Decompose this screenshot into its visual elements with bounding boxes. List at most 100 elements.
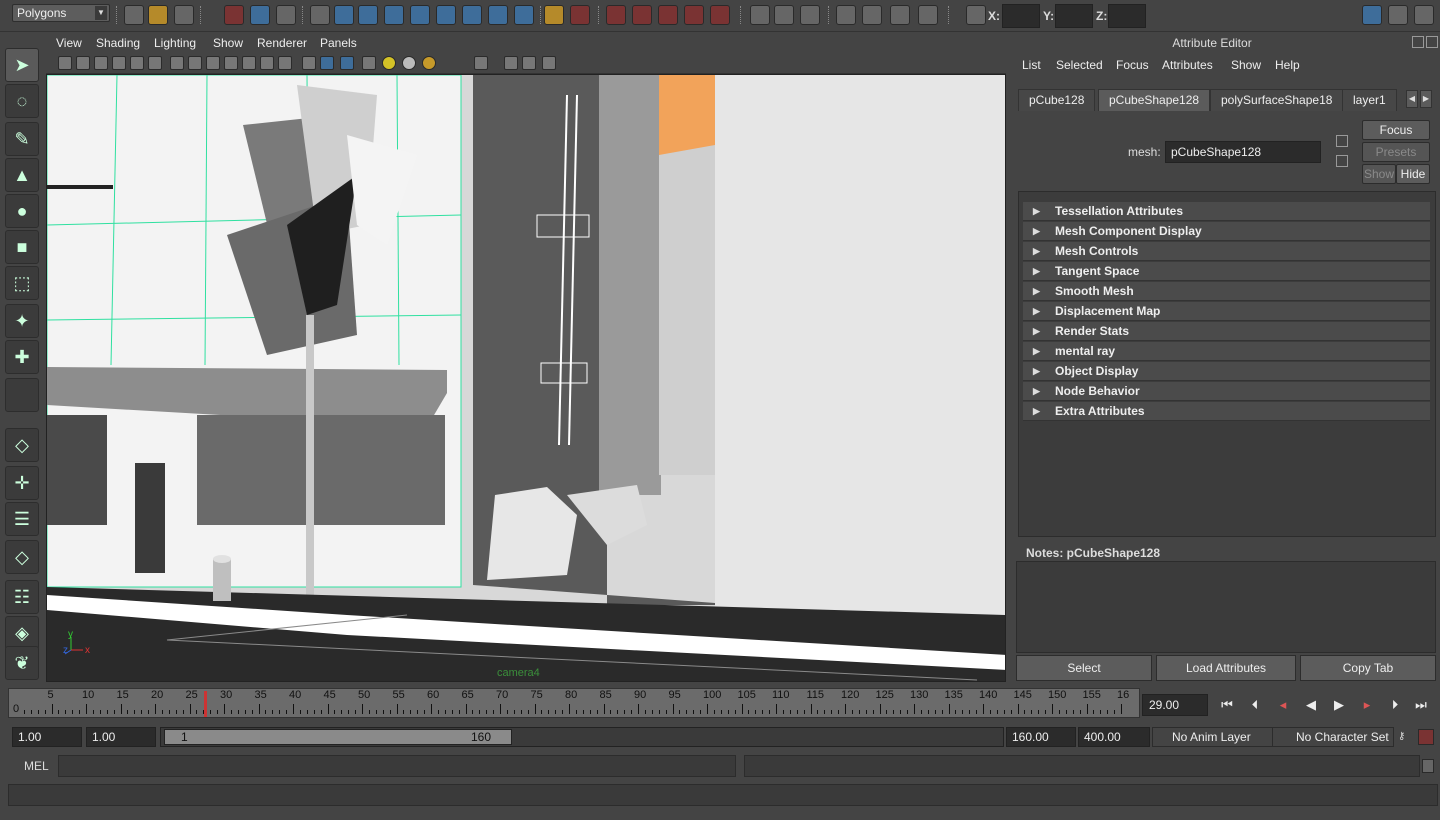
snap-live-icon[interactable] [436,5,456,25]
isolate-icon[interactable] [522,56,536,70]
section-render-stats[interactable]: ▶ Render Stats [1023,322,1430,341]
snap-curve-icon[interactable] [358,5,378,25]
ae-menu-list[interactable]: List [1022,58,1041,72]
isolate-select-icon[interactable] [302,56,316,70]
default-material-icon[interactable] [242,56,256,70]
menu-renderer[interactable]: Renderer [257,36,307,50]
notes-field[interactable] [1016,561,1436,653]
mesh-name-field[interactable]: pCubeShape128 [1165,141,1321,163]
section-node-behavior[interactable]: ▶ Node Behavior [1023,382,1430,401]
smooth-shade-icon[interactable] [188,56,202,70]
render-view-icon[interactable] [710,5,730,25]
ipr-render-icon[interactable] [632,5,652,25]
menu-lighting[interactable]: Lighting [154,36,196,50]
tool-settings-icon[interactable] [1388,5,1408,25]
hypershade-icon[interactable] [684,5,704,25]
outliner-persp-layout-icon[interactable]: ☰ [5,502,39,536]
trax-editor-icon[interactable] [890,5,910,25]
snap-view-plane-icon[interactable] [410,5,430,25]
xray-icon[interactable] [224,56,238,70]
help-icon[interactable] [514,5,534,25]
menu-view[interactable]: View [56,36,82,50]
tab-scroll-right-icon[interactable]: ▶ [1420,90,1432,108]
input-ops-icon[interactable] [750,5,770,25]
tab-polysurfaceshape18[interactable]: polySurfaceShape18 [1210,89,1344,111]
playback-end-field[interactable]: 160.00 [1006,727,1076,747]
move-tool-icon[interactable]: ● [5,194,39,228]
select-mask-icon[interactable] [474,56,488,70]
select-tool-icon[interactable]: ➤ [5,48,39,82]
go-to-end-icon[interactable]: ⏭ [1410,696,1432,714]
auto-key-icon[interactable]: ⚷ [1398,731,1412,743]
ae-menu-help[interactable]: Help [1275,58,1300,72]
render-current-frame-icon[interactable] [606,5,626,25]
section-displacement-map[interactable]: ▶ Displacement Map [1023,302,1430,321]
step-back-frame-icon[interactable]: ◂ [1272,696,1294,714]
presets-button[interactable]: Presets [1362,142,1430,162]
section-smooth-mesh[interactable]: ▶ Smooth Mesh [1023,282,1430,301]
play-backwards-icon[interactable]: ◀ [1300,696,1322,714]
rotate-tool-icon[interactable]: ■ [5,230,39,264]
channel-box-icon[interactable] [1414,5,1434,25]
image-plane-icon[interactable] [112,56,126,70]
grid-icon[interactable] [130,56,144,70]
lasso-tool-icon[interactable]: ◌ [5,84,39,118]
section-mesh-component-display[interactable]: ▶ Mesh Component Display [1023,222,1430,241]
preferences-icon[interactable] [1418,729,1434,745]
use-all-lights-icon[interactable] [382,56,396,70]
select-hierarchy-icon[interactable] [224,5,244,25]
share-icon[interactable] [542,56,556,70]
menu-panels[interactable]: Panels [320,36,357,50]
blend-shape-icon[interactable] [918,5,938,25]
new-scene-icon[interactable] [124,5,144,25]
textured-icon[interactable] [260,56,274,70]
section-tangent-space[interactable]: ▶ Tangent Space [1023,262,1430,281]
section-mental-ray[interactable]: ▶ mental ray [1023,342,1430,361]
high-quality-icon[interactable] [422,56,436,70]
camera-attributes-icon[interactable] [76,56,90,70]
menu-set-dropdown[interactable]: Polygons ▼ [12,4,110,22]
step-forward-key-icon[interactable]: ⏵ [1384,696,1406,714]
ae-menu-selected[interactable]: Selected [1056,58,1103,72]
go-to-start-icon[interactable]: ⏮ [1216,696,1238,714]
range-slider-handle[interactable]: 1 160 [164,729,512,745]
wireframe-on-shaded-icon[interactable] [206,56,220,70]
y-input[interactable] [1055,4,1093,28]
focus-button[interactable]: Focus [1362,120,1430,140]
text-icon[interactable] [278,56,292,70]
step-back-key-icon[interactable]: ⏴ [1244,696,1266,714]
x-input[interactable] [1002,4,1040,28]
section-object-display[interactable]: ▶ Object Display [1023,362,1430,381]
animation-start-field[interactable]: 1.00 [12,727,82,747]
attribute-editor-toggle-icon[interactable] [1362,5,1382,25]
command-language-label[interactable]: MEL [24,759,49,773]
save-scene-icon[interactable] [174,5,194,25]
anim-layer-dropdown[interactable]: No Anim Layer [1152,727,1288,747]
last-tool-icon[interactable] [5,378,39,412]
load-attributes-button[interactable]: Load Attributes [1156,655,1296,681]
output-ops-icon[interactable] [774,5,794,25]
select-button[interactable]: Select [1016,655,1152,681]
scale-tool-icon[interactable]: ⬚ [5,266,39,300]
lit-cube-icon[interactable] [340,56,354,70]
construction-history-icon[interactable] [570,5,590,25]
outliner-layout-icon[interactable]: ◈ [5,616,39,650]
hypershade-layout-icon[interactable]: ☷ [5,580,39,614]
soft-select-icon[interactable] [488,5,508,25]
3d-viewport[interactable]: y z x camera4 [46,74,1006,682]
checker-icon[interactable] [362,56,376,70]
z-input[interactable] [1108,4,1146,28]
float-window-icon[interactable] [1412,36,1424,48]
single-pane-layout-icon[interactable]: ◇ [5,428,39,462]
input-connection-icon[interactable] [1336,135,1348,147]
universal-manipulator-icon[interactable]: ▲ [5,158,39,192]
playback-start-field[interactable]: 1.00 [86,727,156,747]
current-frame-field[interactable]: 29.00 [1142,694,1208,716]
graph-editor-icon[interactable] [836,5,856,25]
tab-scroll-left-icon[interactable]: ◀ [1406,90,1418,108]
output-connection-icon[interactable] [1336,155,1348,167]
ae-menu-attributes[interactable]: Attributes [1162,58,1213,72]
command-input[interactable] [58,755,736,777]
paint-select-tool-icon[interactable]: ✎ [5,122,39,156]
four-pane-layout-icon[interactable]: ✛ [5,466,39,500]
